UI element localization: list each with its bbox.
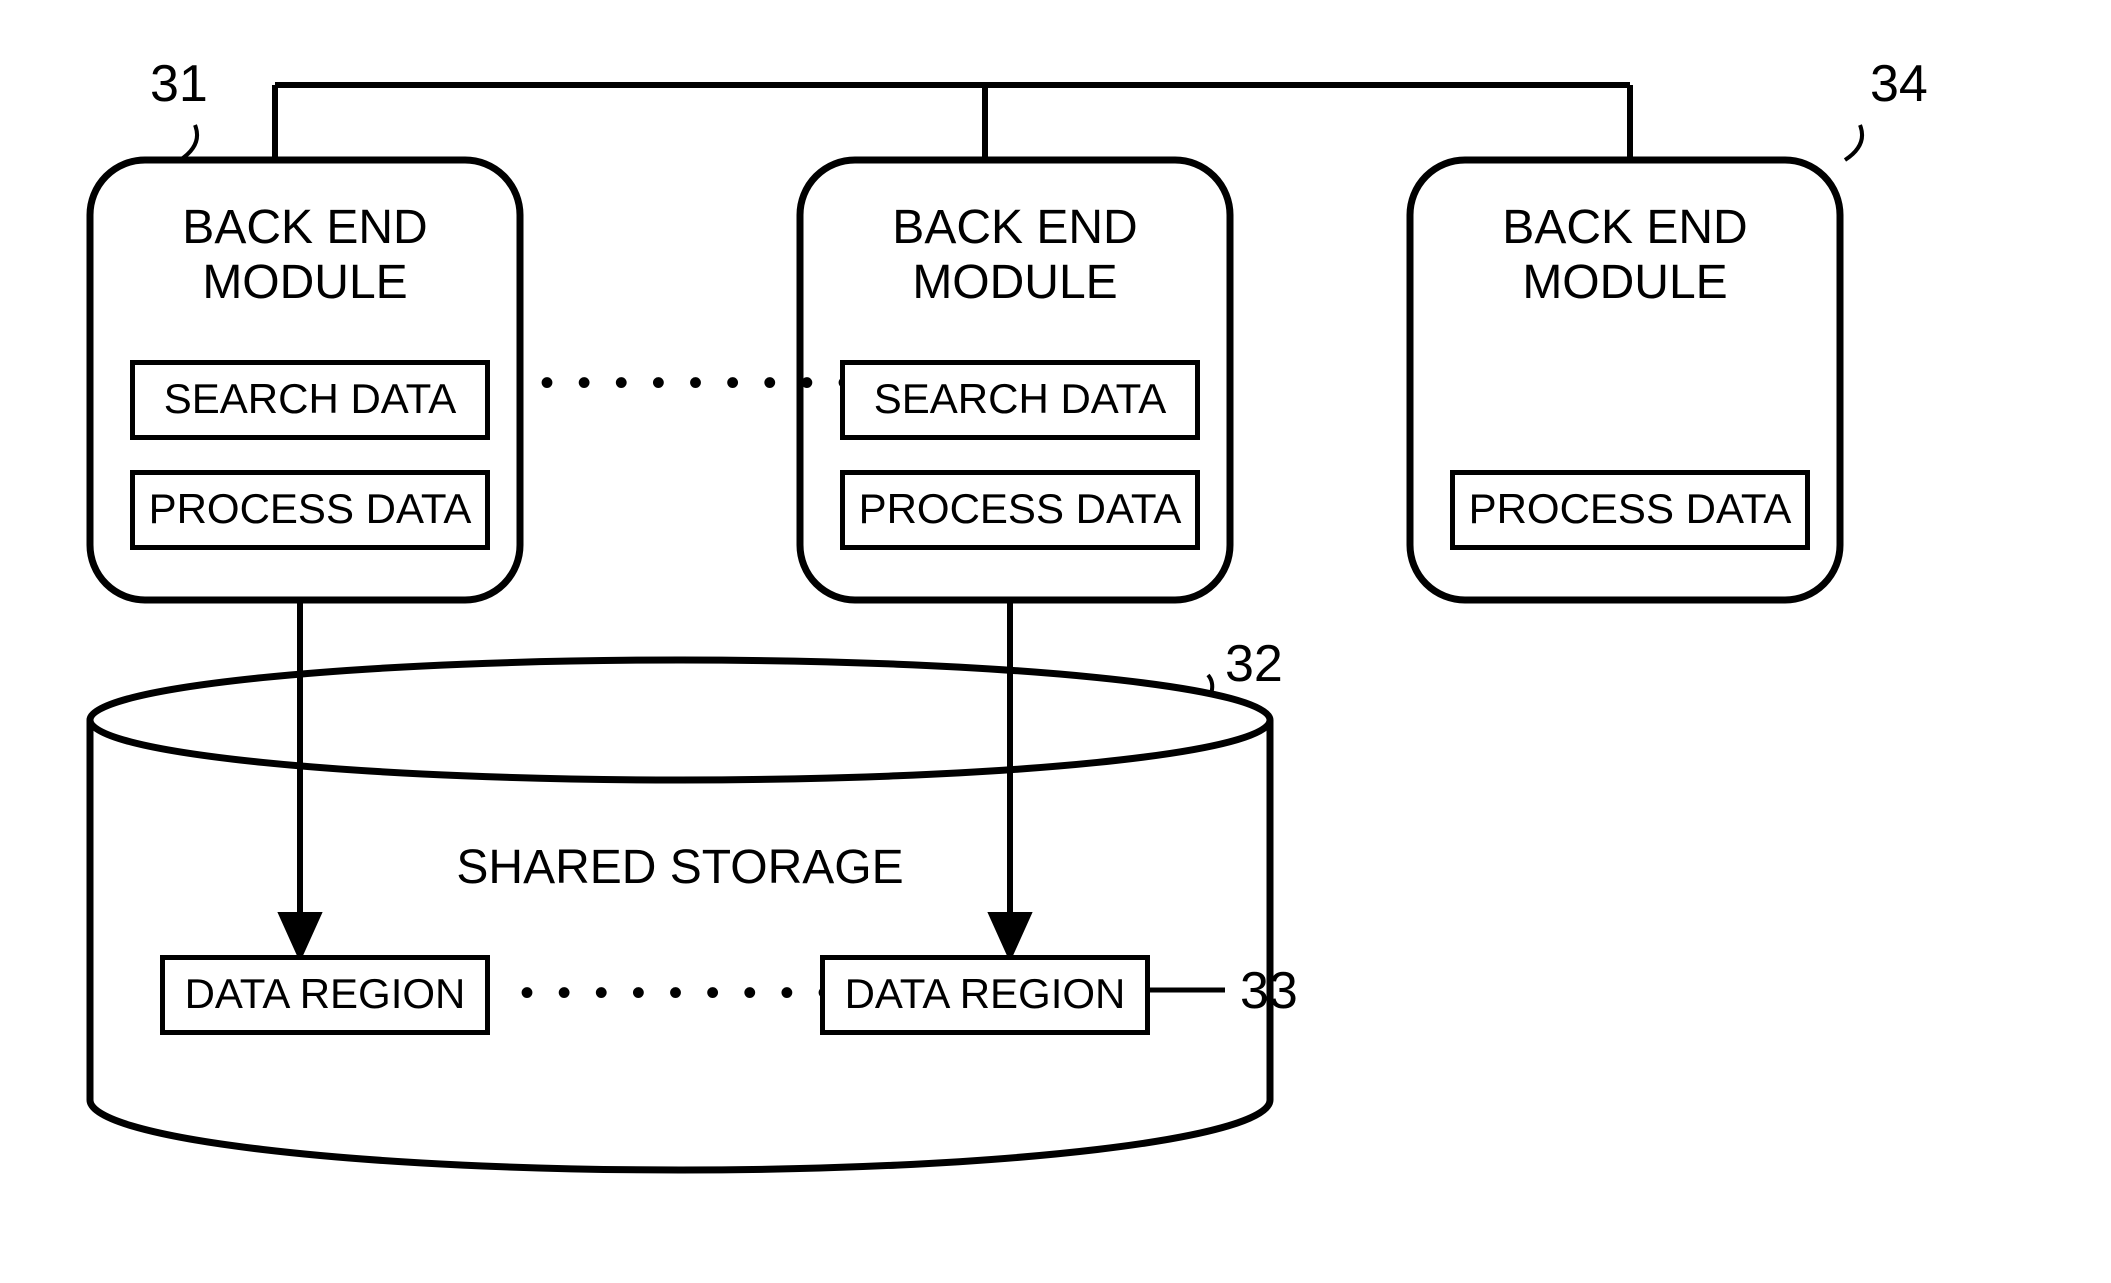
module-left-process-label: PROCESS DATA [135, 485, 485, 533]
module-left-search-label: SEARCH DATA [135, 375, 485, 423]
module-middle-search-label: SEARCH DATA [845, 375, 1195, 423]
module-middle-process-box: PROCESS DATA [840, 470, 1200, 550]
ellipsis-regions: • • • • • • • • • [520, 970, 780, 1016]
ellipsis-modules: • • • • • • • • • [540, 360, 790, 406]
module-middle-process-label: PROCESS DATA [845, 485, 1195, 533]
module-middle-search-box: SEARCH DATA [840, 360, 1200, 440]
storage-title: SHARED STORAGE [90, 840, 1270, 895]
data-region-left-label: DATA REGION [165, 970, 485, 1018]
data-region-right-label: DATA REGION [825, 970, 1145, 1018]
module-left-title: BACK END MODULE [90, 200, 520, 310]
ref-32: 32 [1225, 635, 1283, 695]
module-right-title: BACK END MODULE [1410, 200, 1840, 310]
module-middle-title: BACK END MODULE [800, 200, 1230, 310]
diagram-svg [0, 0, 2111, 1283]
ref-34: 34 [1870, 55, 1928, 115]
module-left-process-box: PROCESS DATA [130, 470, 490, 550]
module-left-search-box: SEARCH DATA [130, 360, 490, 440]
ref-33: 33 [1240, 962, 1298, 1022]
ref-31: 31 [150, 55, 208, 115]
module-right-process-box: PROCESS DATA [1450, 470, 1810, 550]
module-right-process-label: PROCESS DATA [1455, 485, 1805, 533]
data-region-left-box: DATA REGION [160, 955, 490, 1035]
data-region-right-box: DATA REGION [820, 955, 1150, 1035]
